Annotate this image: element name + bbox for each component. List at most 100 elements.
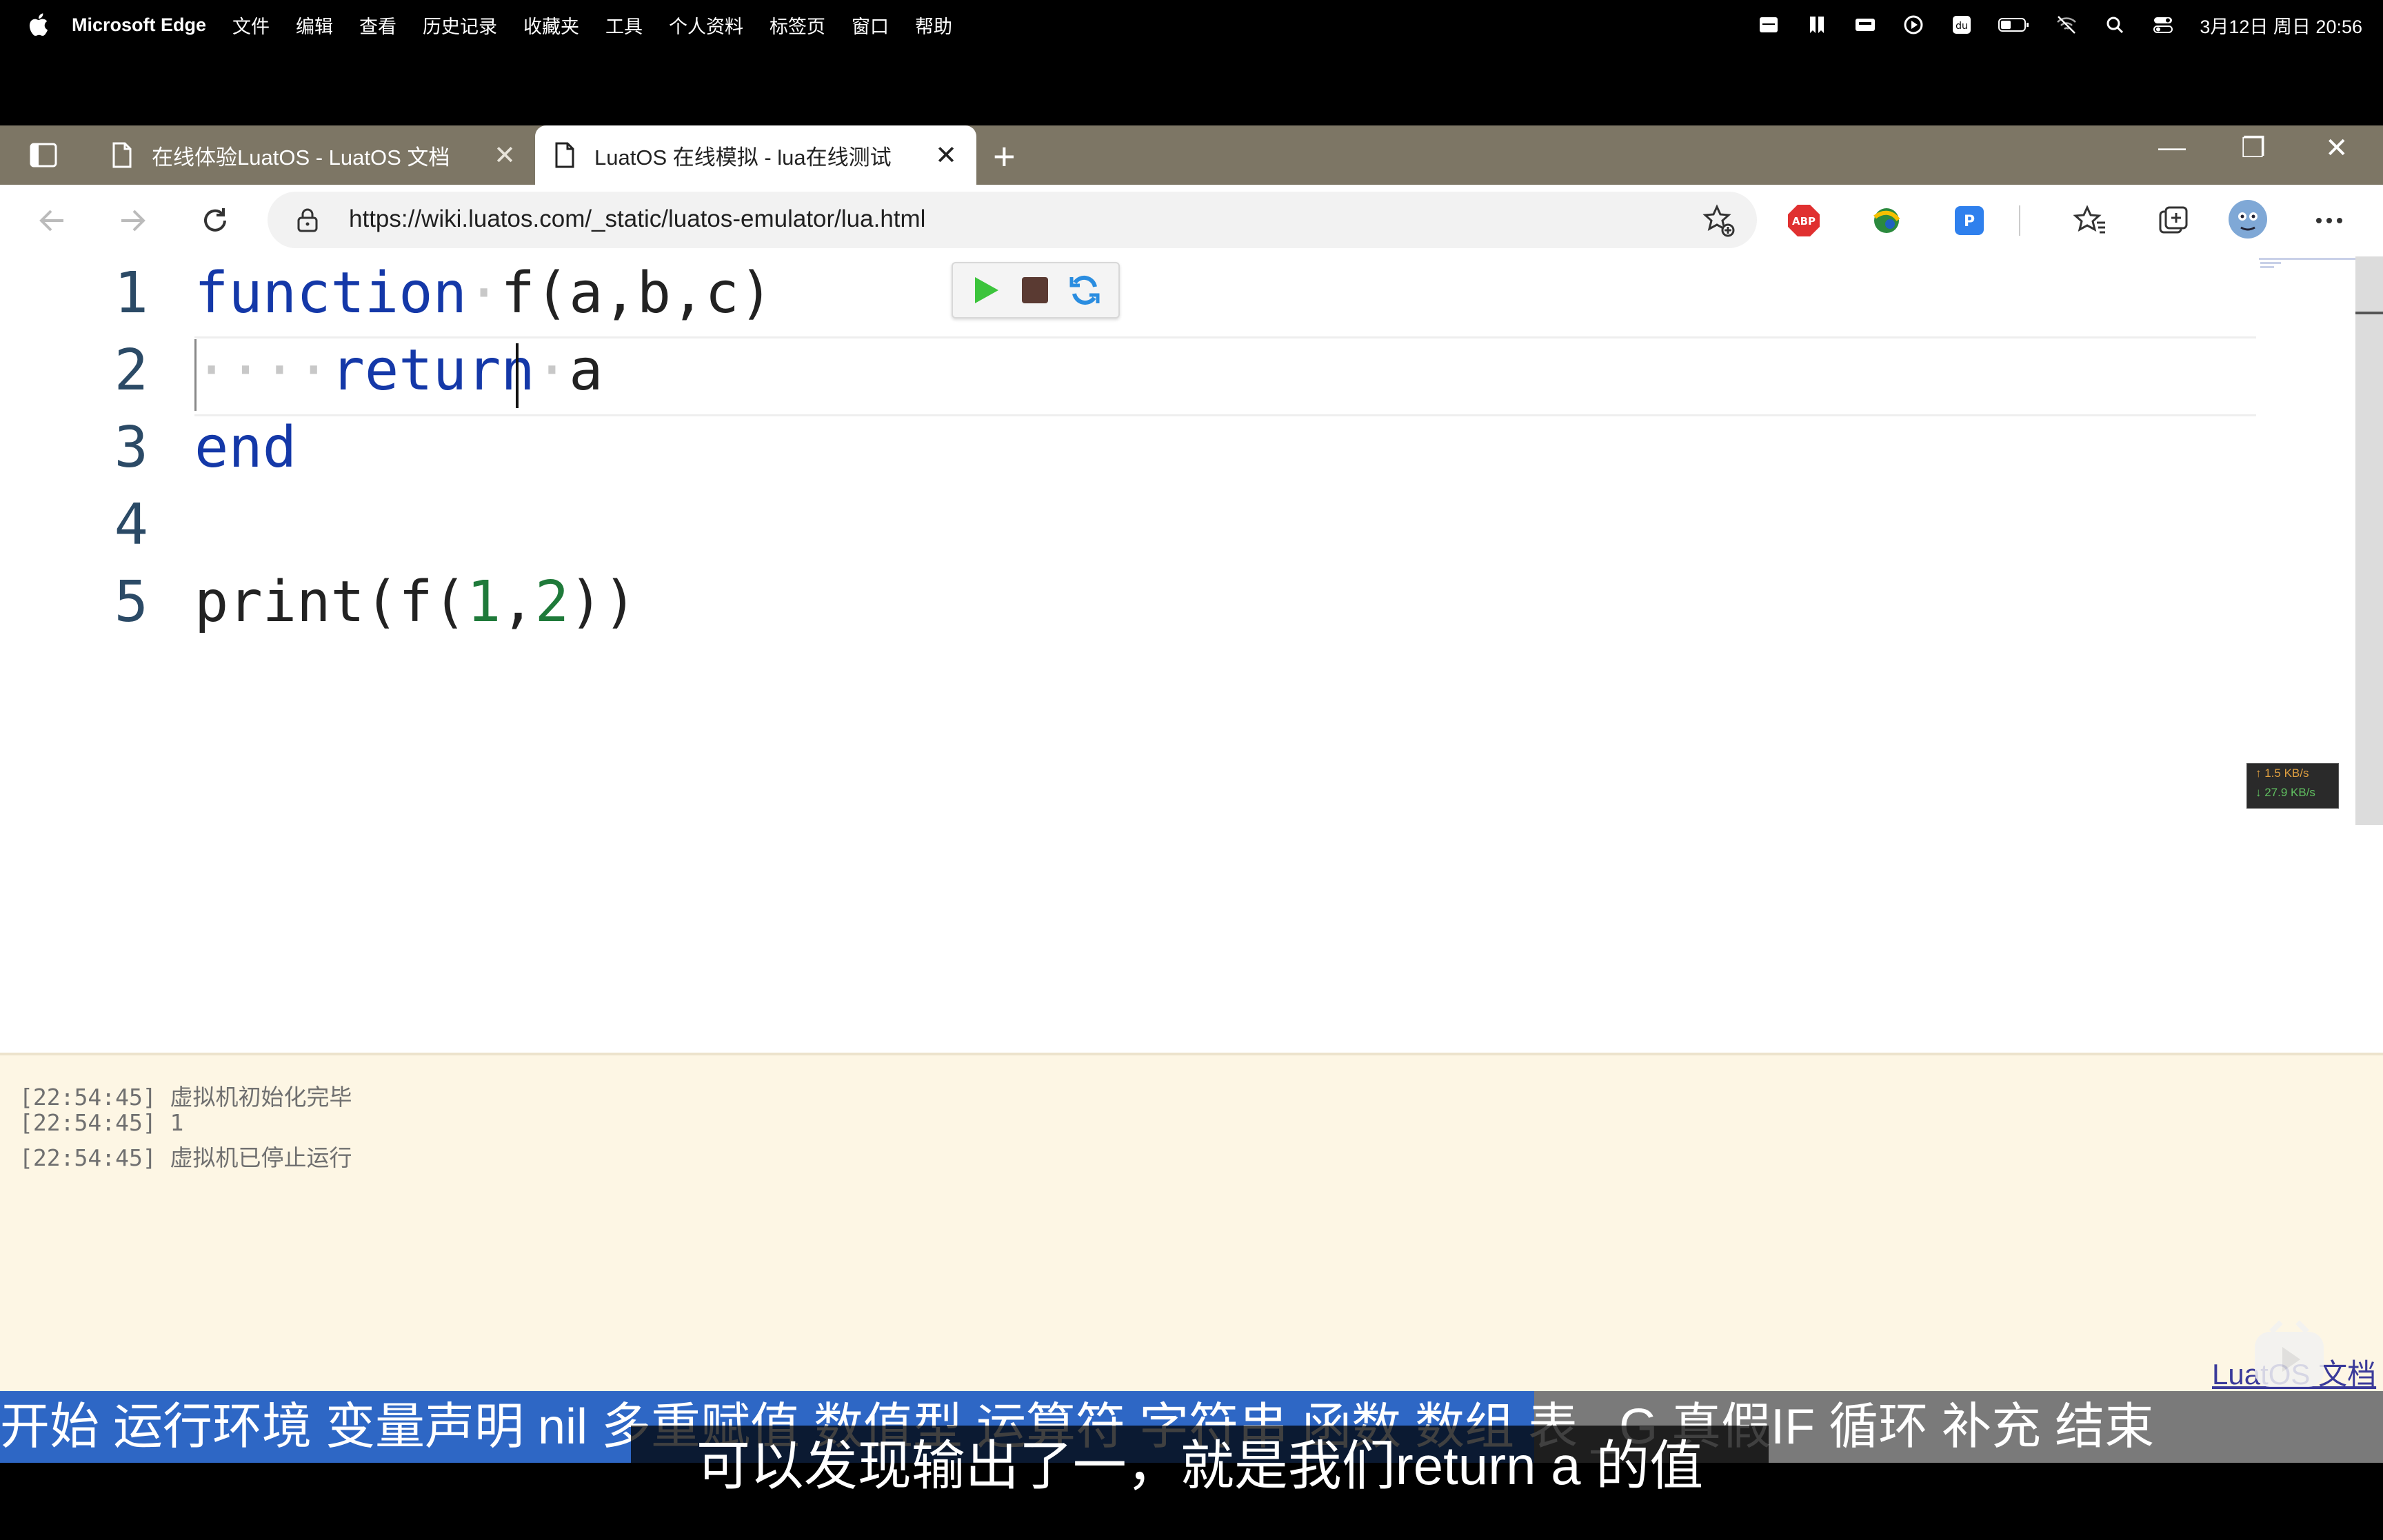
dictionary-icon[interactable]: du (1950, 14, 1973, 35)
menu-window[interactable]: 窗口 (852, 12, 889, 39)
favorites-icon[interactable] (2073, 203, 2109, 239)
url-text[interactable]: https://wiki.luatos.com/_static/luatos-e… (349, 205, 925, 233)
code-token: a (569, 338, 603, 403)
back-icon[interactable] (30, 200, 72, 241)
network-speed-widget: ↑ 1.5 KB/s ↓ 27.9 KB/s (2246, 763, 2339, 809)
line-number: 2 (114, 338, 148, 403)
collections-icon[interactable] (2155, 203, 2191, 239)
adblock-plus-icon[interactable]: ABP (1786, 203, 1822, 239)
code-text[interactable]: end (194, 415, 296, 480)
menu-favorites[interactable]: 收藏夹 (523, 12, 579, 39)
vertical-tabs-icon[interactable] (29, 141, 58, 170)
code-token: f(a,b,c) (501, 261, 774, 326)
svg-text:P: P (1964, 213, 1975, 230)
menu-view[interactable]: 查看 (359, 12, 396, 39)
code-editor[interactable]: 1 function·f(a,b,c) 2 ····return·a 3 end… (0, 256, 2383, 1053)
text-cursor (516, 343, 519, 408)
code-text[interactable]: function·f(a,b,c) (194, 261, 773, 326)
menubar-status-area: du 3月12日 周日 20:56 (1732, 0, 2362, 50)
code-line[interactable]: 4 (0, 492, 2255, 568)
page-icon (555, 142, 574, 168)
battery-icon[interactable] (1998, 14, 2030, 35)
console-line: [22:54:45] 虚拟机初始化完毕 (19, 1084, 352, 1111)
code-token: , (501, 569, 535, 635)
editor-minimap[interactable] (2259, 256, 2355, 272)
close-tab-icon[interactable]: ✕ (494, 140, 516, 171)
code-token: function (194, 261, 467, 326)
run-controls (952, 262, 1120, 318)
line-number: 1 (114, 261, 148, 326)
code-token: )) (569, 569, 637, 635)
refresh-icon[interactable] (194, 200, 236, 241)
close-window-icon[interactable]: ✕ (2325, 132, 2349, 164)
run-icon[interactable] (967, 272, 1004, 309)
menubar-app-name[interactable]: Microsoft Edge (72, 14, 206, 36)
menu-edit[interactable]: 编辑 (296, 12, 333, 39)
menubar-clock[interactable]: 3月12日 周日 20:56 (2200, 12, 2362, 39)
globe-extension-icon[interactable] (1869, 203, 1904, 239)
display-icon[interactable] (1853, 14, 1877, 35)
toolbar-divider (2018, 203, 2022, 239)
tab-title: 在线体验LuatOS - LuatOS 文档 (152, 145, 450, 170)
menu-file[interactable]: 文件 (232, 12, 270, 39)
line-number: 3 (114, 415, 148, 480)
new-tab-icon[interactable]: + (993, 134, 1016, 179)
code-line[interactable]: 1 function·f(a,b,c) (0, 261, 2255, 336)
menu-help[interactable]: 帮助 (915, 12, 952, 39)
menu-history[interactable]: 历史记录 (423, 12, 497, 39)
menu-profile[interactable]: 个人资料 (669, 12, 743, 39)
console-output: [22:54:45] 虚拟机初始化完毕 [22:54:45] 1 [22:54:… (0, 1053, 2383, 1393)
lock-icon[interactable] (295, 207, 320, 233)
video-subtitle: 可以发现输出了一，就是我们return a 的值 (696, 1435, 1704, 1496)
code-text[interactable]: ····return·a (194, 338, 603, 403)
console-line: [22:54:45] 1 (19, 1109, 184, 1136)
bookmark-grid-icon[interactable] (1805, 14, 1829, 35)
code-token: print(f( (194, 569, 467, 635)
more-options-icon[interactable] (2311, 203, 2347, 239)
line-number: 5 (114, 569, 148, 635)
play-circle-icon[interactable] (1902, 14, 1925, 35)
code-text[interactable]: print(f(1,2)) (194, 569, 637, 635)
browser-tab-strip: 在线体验LuatOS - LuatOS 文档 ✕ LuatOS 在线模拟 - l… (0, 125, 2383, 185)
download-speed: ↓ 27.9 KB/s (2255, 786, 2315, 799)
upload-speed: ↑ 1.5 KB/s (2255, 767, 2309, 780)
reload-icon[interactable] (1066, 272, 1103, 309)
close-tab-icon[interactable]: ✕ (935, 140, 957, 171)
console-line: [22:54:45] 虚拟机已停止运行 (19, 1144, 352, 1171)
line-number: 4 (114, 492, 148, 558)
code-line[interactable]: 2 ····return·a (0, 338, 2255, 414)
add-favorite-icon[interactable] (1700, 203, 1736, 239)
minimize-window-icon[interactable]: — (2158, 132, 2186, 163)
code-line[interactable]: 5 print(f(1,2)) (0, 569, 2255, 645)
code-token: 1 (466, 569, 501, 635)
restore-window-icon[interactable]: ❐ (2241, 132, 2266, 164)
wifi-off-icon[interactable] (2055, 14, 2078, 35)
video-player-watermark-icon (2255, 1320, 2324, 1387)
indent-guide (194, 339, 197, 411)
apple-logo-icon[interactable] (25, 10, 54, 39)
stage-manager-icon[interactable] (1757, 14, 1780, 35)
code-line[interactable]: 3 end (0, 415, 2255, 491)
svg-text:du: du (1955, 21, 1968, 32)
menu-tabs[interactable]: 标签页 (770, 12, 825, 39)
code-token: · (534, 338, 570, 403)
code-token: return (330, 338, 535, 403)
svg-text:ABP: ABP (1792, 215, 1816, 227)
tab-luatos-emulator[interactable]: LuatOS 在线模拟 - lua在线测试 ✕ (535, 125, 976, 185)
scrollbar-marker (2355, 312, 2383, 314)
tab-luatos-docs[interactable]: 在线体验LuatOS - LuatOS 文档 ✕ (103, 125, 524, 185)
address-bar[interactable]: https://wiki.luatos.com/_static/luatos-e… (268, 192, 1757, 248)
code-token: · (466, 261, 501, 326)
spotlight-search-icon[interactable] (2103, 14, 2126, 35)
code-token: 2 (534, 569, 570, 635)
editor-scrollbar[interactable] (2355, 256, 2383, 825)
page-icon (112, 142, 132, 168)
browser-toolbar: https://wiki.luatos.com/_static/luatos-e… (0, 185, 2383, 258)
profile-avatar-icon[interactable] (2227, 199, 2269, 240)
translate-extension-icon[interactable]: P (1951, 203, 1987, 239)
control-center-icon[interactable] (2151, 14, 2175, 35)
forward-icon[interactable] (113, 200, 154, 241)
tab-title: LuatOS 在线模拟 - lua在线测试 (594, 145, 892, 170)
stop-icon[interactable] (1016, 272, 1054, 309)
menu-tools[interactable]: 工具 (605, 12, 643, 39)
